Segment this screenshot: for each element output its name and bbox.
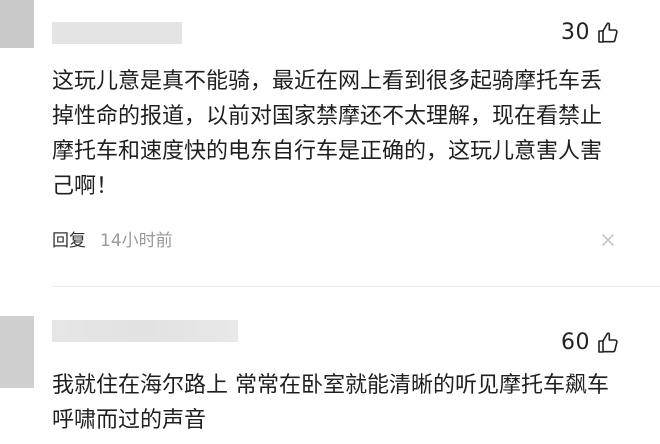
username-redacted xyxy=(52,320,238,342)
thumbs-up-icon[interactable] xyxy=(596,21,620,45)
timestamp: 14小时前 xyxy=(100,231,173,251)
like-count: 60 xyxy=(561,330,590,355)
username-redacted xyxy=(52,22,182,44)
avatar[interactable] xyxy=(0,0,34,48)
thumbs-up-icon[interactable] xyxy=(596,331,620,355)
comment-text: 我就住在海尔路上 常常在卧室就能清晰的听见摩托车飙车呼啸而过的声音 xyxy=(52,373,609,433)
comment-item: 30 这玩儿意是真不能骑，最近在网上看到很多起骑摩托车丢掉性命的报道，以前对国家… xyxy=(0,0,660,290)
avatar[interactable] xyxy=(0,316,34,388)
like-count: 30 xyxy=(561,20,590,45)
close-icon[interactable] xyxy=(598,230,618,250)
comment-text: 这玩儿意是真不能骑，最近在网上看到很多起骑摩托车丢掉性命的报道，以前对国家禁摩还… xyxy=(52,69,603,199)
comment-meta: 回复 14小时前 xyxy=(52,226,173,251)
reply-button[interactable]: 回复 xyxy=(52,226,86,251)
like-button[interactable]: 60 xyxy=(561,330,620,355)
comment-item: 60 我就住在海尔路上 常常在卧室就能清晰的听见摩托车飙车呼啸而过的声音 xyxy=(0,310,660,444)
divider xyxy=(52,286,660,287)
like-button[interactable]: 30 xyxy=(561,20,620,45)
